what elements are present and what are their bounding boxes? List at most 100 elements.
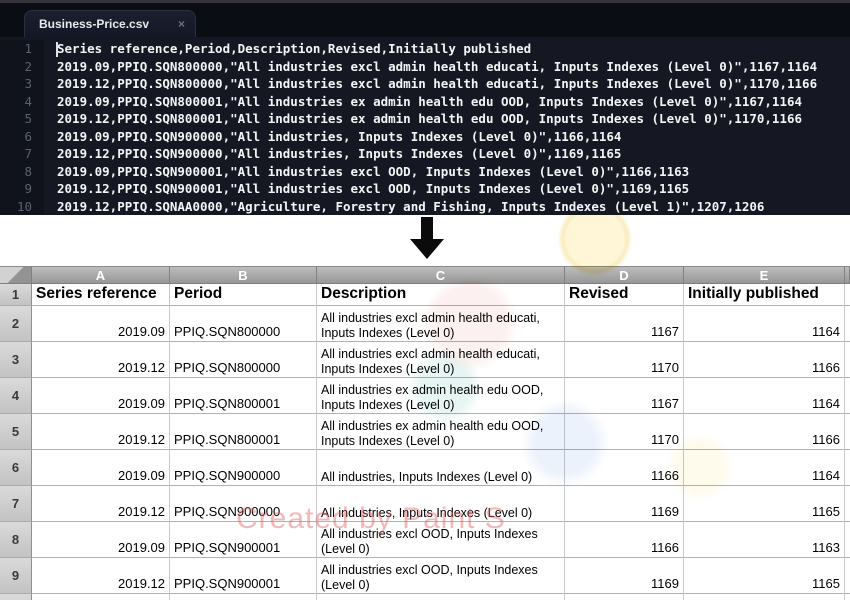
code-line[interactable]: 3 2019.12,PPIQ.SQN800000,"All industries… — [0, 75, 850, 93]
code-line[interactable]: 4 2019.09,PPIQ.SQN800001,"All industries… — [0, 93, 850, 111]
cell-period-value[interactable]: 2019.09 — [32, 306, 170, 342]
cell-description[interactable]: All industries, Inputs Indexes (Level 0) — [317, 450, 565, 486]
row-number[interactable]: 1 — [0, 284, 32, 306]
cell-initially-published[interactable]: 1165 — [684, 486, 845, 522]
cell-description[interactable]: All industries excl admin health educati… — [317, 342, 565, 378]
cell-revised[interactable]: 1169 — [565, 558, 684, 594]
cell-series-code[interactable]: PPIQ.SQN900000 — [170, 450, 317, 486]
cell-empty[interactable] — [845, 306, 850, 342]
cell-description[interactable]: All industries excl admin health educati… — [317, 306, 565, 342]
cell-initially-published[interactable]: 1164 — [684, 450, 845, 486]
line-number: 1 — [0, 40, 44, 58]
cell-empty[interactable] — [845, 594, 850, 600]
row-number[interactable]: 7 — [0, 486, 32, 522]
column-header-e[interactable]: E — [684, 266, 845, 284]
cell-period-value[interactable]: 2019.09 — [32, 450, 170, 486]
cell-description[interactable]: All industries ex admin health edu OOD, … — [317, 378, 565, 414]
cell-initially-published[interactable]: 1206 — [684, 594, 845, 600]
cell-revised[interactable]: 1166 — [565, 450, 684, 486]
cell-series-code[interactable]: PPIQ.SQN800001 — [170, 414, 317, 450]
cell-initially-published[interactable]: 1164 — [684, 306, 845, 342]
tab-title: Business-Price.csv — [39, 17, 168, 31]
cell-empty[interactable] — [845, 414, 850, 450]
row-number[interactable]: 10 — [0, 594, 32, 600]
row-number[interactable]: 6 — [0, 450, 32, 486]
code-line[interactable]: 1 Series reference,Period,Description,Re… — [0, 40, 850, 58]
editor-tab-bar: Business-Price.csv × — [0, 3, 850, 37]
cell-series-code[interactable]: PPIQ.SQN900001 — [170, 522, 317, 558]
table-row-header: 1 Series reference Period Description Re… — [0, 284, 850, 306]
row-number[interactable]: 9 — [0, 558, 32, 594]
column-header-f-sliver[interactable] — [845, 266, 850, 284]
cell-empty[interactable] — [845, 450, 850, 486]
cell-empty[interactable] — [845, 378, 850, 414]
select-all-corner[interactable] — [0, 266, 32, 284]
cell-initially-published[interactable]: 1166 — [684, 414, 845, 450]
cell-series-reference-header[interactable]: Series reference — [32, 284, 170, 306]
cell-description[interactable]: All industries excl OOD, Inputs Indexes … — [317, 522, 565, 558]
cell-revised[interactable]: 1207 — [565, 594, 684, 600]
cell-period-value[interactable]: 2019.12 — [32, 594, 170, 600]
cell-empty[interactable] — [845, 558, 850, 594]
cell-period-value[interactable]: 2019.09 — [32, 378, 170, 414]
cell-initially-published[interactable]: 1166 — [684, 342, 845, 378]
table-row: 3 2019.12 PPIQ.SQN800000 All industries … — [0, 342, 850, 378]
code-line[interactable]: 5 2019.12,PPIQ.SQN800001,"All industries… — [0, 110, 850, 128]
cell-initially-published[interactable]: 1163 — [684, 522, 845, 558]
code-area[interactable]: 1 Series reference,Period,Description,Re… — [0, 40, 850, 215]
cell-initially-published[interactable]: 1165 — [684, 558, 845, 594]
cell-revised[interactable]: 1170 — [565, 414, 684, 450]
cell-revised[interactable]: 1166 — [565, 522, 684, 558]
code-line[interactable]: 10 2019.12,PPIQ.SQNAA0000,"Agriculture, … — [0, 198, 850, 216]
cell-period-value[interactable]: 2019.12 — [32, 558, 170, 594]
code-line[interactable]: 6 2019.09,PPIQ.SQN900000,"All industries… — [0, 128, 850, 146]
editor-tab-business-price-csv[interactable]: Business-Price.csv × — [24, 10, 196, 37]
cell-revised-header[interactable]: Revised — [565, 284, 684, 306]
cell-empty[interactable] — [845, 284, 850, 306]
cell-series-code[interactable]: PPIQ.SQNAA0000 — [170, 594, 317, 600]
cell-empty[interactable] — [845, 342, 850, 378]
cell-description[interactable]: All industries ex admin health edu OOD, … — [317, 414, 565, 450]
cell-description-header[interactable]: Description — [317, 284, 565, 306]
row-number[interactable]: 3 — [0, 342, 32, 378]
cell-description[interactable]: All industries, Inputs Indexes (Level 0) — [317, 486, 565, 522]
table-row: 9 2019.12 PPIQ.SQN900001 All industries … — [0, 558, 850, 594]
code-line[interactable]: 2 2019.09,PPIQ.SQN800000,"All industries… — [0, 58, 850, 76]
row-number[interactable]: 4 — [0, 378, 32, 414]
cell-empty[interactable] — [845, 486, 850, 522]
code-line[interactable]: 9 2019.12,PPIQ.SQN900001,"All industries… — [0, 180, 850, 198]
cell-revised[interactable]: 1169 — [565, 486, 684, 522]
cell-period-value[interactable]: 2019.09 — [32, 522, 170, 558]
row-number[interactable]: 8 — [0, 522, 32, 558]
column-header-row: A B C D E — [0, 266, 850, 284]
line-number: 8 — [0, 163, 44, 181]
table-row: 8 2019.09 PPIQ.SQN900001 All industries … — [0, 522, 850, 558]
cell-revised[interactable]: 1167 — [565, 306, 684, 342]
cell-period-value[interactable]: 2019.12 — [32, 486, 170, 522]
cell-revised[interactable]: 1167 — [565, 378, 684, 414]
close-icon[interactable]: × — [178, 17, 185, 31]
cell-period-value[interactable]: 2019.12 — [32, 414, 170, 450]
cell-period-header[interactable]: Period — [170, 284, 317, 306]
cell-initially-published[interactable]: 1164 — [684, 378, 845, 414]
cell-empty[interactable] — [845, 522, 850, 558]
column-header-c[interactable]: C — [317, 266, 565, 284]
column-header-a[interactable]: A — [32, 266, 170, 284]
code-line[interactable]: 8 2019.09,PPIQ.SQN900001,"All industries… — [0, 163, 850, 181]
cell-description[interactable]: Agriculture, Forestry and Fishing, Input… — [317, 594, 565, 600]
line-number: 2 — [0, 58, 44, 76]
cell-series-code[interactable]: PPIQ.SQN800001 — [170, 378, 317, 414]
cell-initially-published-header[interactable]: Initially published — [684, 284, 845, 306]
cell-description[interactable]: All industries excl OOD, Inputs Indexes … — [317, 558, 565, 594]
cell-series-code[interactable]: PPIQ.SQN900001 — [170, 558, 317, 594]
row-number[interactable]: 2 — [0, 306, 32, 342]
cell-period-value[interactable]: 2019.12 — [32, 342, 170, 378]
code-line[interactable]: 7 2019.12,PPIQ.SQN900000,"All industries… — [0, 145, 850, 163]
cell-series-code[interactable]: PPIQ.SQN900000 — [170, 486, 317, 522]
cell-revised[interactable]: 1170 — [565, 342, 684, 378]
cell-series-code[interactable]: PPIQ.SQN800000 — [170, 306, 317, 342]
row-number[interactable]: 5 — [0, 414, 32, 450]
column-header-b[interactable]: B — [170, 266, 317, 284]
column-header-d[interactable]: D — [565, 266, 684, 284]
cell-series-code[interactable]: PPIQ.SQN800000 — [170, 342, 317, 378]
